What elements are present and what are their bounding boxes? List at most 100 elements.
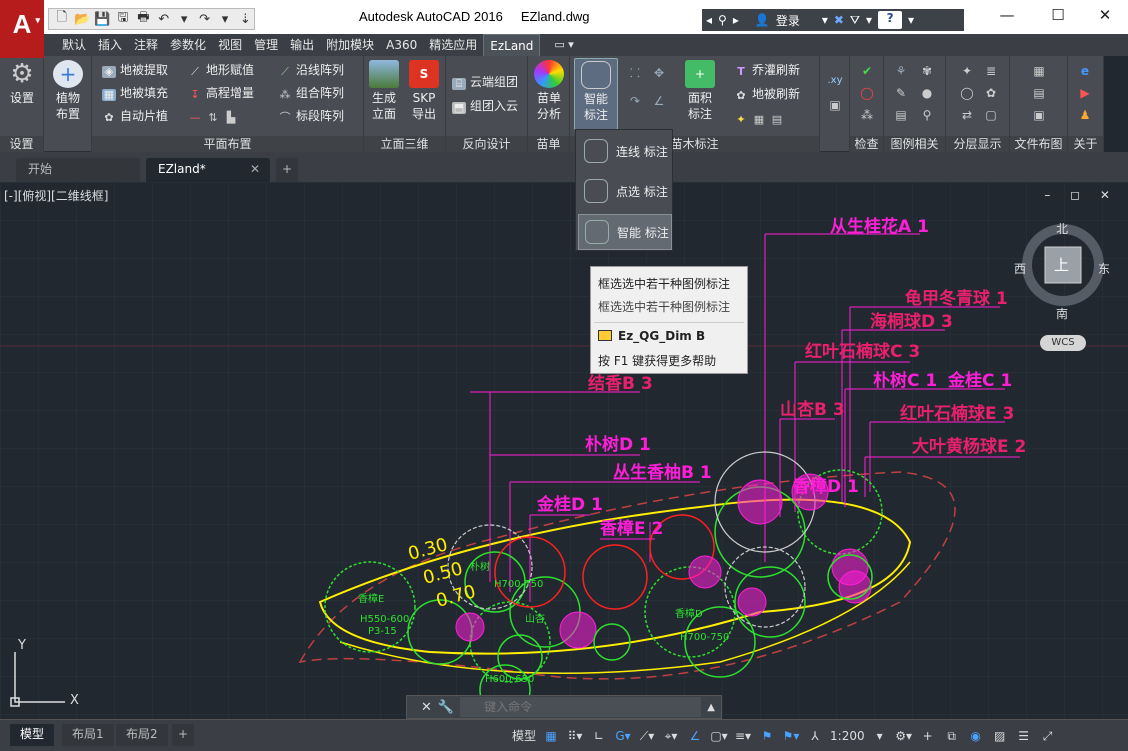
btn-terrain-assign[interactable]: ⟋ 地形赋值	[188, 60, 254, 80]
clean-screen-icon[interactable]: ▨	[991, 726, 1009, 746]
annotation-visibility-icon[interactable]: ⚑	[758, 726, 776, 746]
new-tab-button[interactable]: +	[276, 158, 298, 182]
layer-ring-icon[interactable]: ◯	[958, 84, 976, 102]
btn-dim-tools[interactable]: ✦ ▦ ▤	[734, 108, 788, 128]
close-cmd-icon[interactable]: ✕	[421, 700, 432, 715]
polar-icon[interactable]: G▾	[614, 726, 632, 746]
drawing-viewport[interactable]: 从生桂花A 1 龟甲冬青球 1 海桐球D 3 红叶石楠球C 3 朴树C 1 金桂…	[0, 182, 1128, 719]
tab-a360[interactable]: A360	[380, 34, 423, 56]
undo-icon[interactable]: ↶	[155, 12, 172, 27]
open-file-icon[interactable]: 📂	[73, 12, 90, 27]
binoculars-icon[interactable]: ⚲	[718, 13, 727, 27]
xy-icon[interactable]: .xy	[826, 72, 844, 90]
save-as-icon[interactable]: 🖫	[114, 8, 131, 30]
btn-cloud-group[interactable]: ⌸ 云端组团	[452, 72, 518, 92]
legend-search-icon[interactable]: ⚲	[918, 106, 936, 124]
dyn-icon[interactable]: ▢▾	[710, 726, 728, 746]
arc-dim-icon[interactable]: ↷	[626, 92, 644, 110]
check-icon[interactable]: ✔	[858, 62, 876, 80]
layer-text-icon[interactable]: ≣	[982, 62, 1000, 80]
btn-plane-tools[interactable]: — ⇅ ▙	[188, 106, 242, 126]
isodraft-icon[interactable]: ⟋▾	[638, 726, 656, 746]
connect-icon[interactable]: ⛛	[850, 13, 860, 28]
viewcube-east[interactable]: 东	[1098, 260, 1110, 277]
close-tab-icon[interactable]: ✕	[250, 158, 260, 180]
viewcube-west[interactable]: 西	[1014, 260, 1026, 277]
layout-tab-1[interactable]: 布局1	[62, 724, 114, 746]
list-analysis-button[interactable]: 苗单 分析	[532, 60, 566, 122]
btn-elevation-increment[interactable]: ↧ 高程增量	[188, 83, 254, 103]
lwt-icon[interactable]: ≡▾	[734, 726, 752, 746]
ribbon-minimize-icon[interactable]: ▭ ▾	[548, 34, 579, 56]
expand-left-icon[interactable]: ◂	[706, 13, 712, 27]
browser-icon[interactable]: e	[1076, 62, 1094, 80]
tab-annotate[interactable]: 注释	[128, 34, 164, 56]
legend-circle-icon[interactable]: ●	[918, 84, 936, 102]
dd-item-point-dim[interactable]: 点选 标注	[578, 174, 672, 210]
legend-edit-icon[interactable]: ✎	[892, 84, 910, 102]
settings-button[interactable]: ⚙ 设置	[6, 60, 38, 106]
generate-elevation-button[interactable]: 生成 立面	[366, 60, 402, 122]
export-table-icon[interactable]: ▣	[826, 96, 844, 114]
tab-default[interactable]: 默认	[56, 34, 92, 56]
dd-item-line-dim[interactable]: 连线 标注	[578, 134, 672, 170]
maximize-button[interactable]: ☐	[1043, 6, 1073, 24]
hardware-accel-icon[interactable]: ◉	[967, 726, 985, 746]
layer-swap-icon[interactable]: ⇄	[958, 106, 976, 124]
otrack-icon[interactable]: ∠	[686, 726, 704, 746]
annotation-icon[interactable]: ⅄	[806, 726, 824, 746]
btn-ground-fill[interactable]: ▦ 地被填充	[102, 83, 168, 103]
btn-array-segment[interactable]: ⌒ 标段阵列	[278, 106, 345, 126]
tab-ezland[interactable]: EzLand	[483, 34, 541, 56]
viewport-window-controls[interactable]: – ◻ ✕	[1044, 188, 1118, 202]
command-input[interactable]	[460, 697, 702, 717]
redo-icon[interactable]: ↷	[196, 12, 213, 27]
autocad-logo-button[interactable]: A ▾	[0, 0, 44, 58]
btn-tree-refresh[interactable]: T 乔灌刷新	[734, 60, 800, 80]
exchange-apps-icon[interactable]: ✖	[834, 13, 844, 27]
customization-icon[interactable]: ☰	[1015, 726, 1033, 746]
tab-parametric[interactable]: 参数化	[164, 34, 212, 56]
move-icon[interactable]: ✥	[650, 64, 668, 82]
help-dropdown-icon[interactable]: ▾	[908, 13, 914, 27]
btn-array-along-line[interactable]: ⟋ 沿线阵列	[278, 60, 344, 80]
angle-icon[interactable]: ∠	[650, 92, 668, 110]
customize-qat-icon[interactable]: ⇣	[237, 12, 254, 27]
layer-square-icon[interactable]: ▢	[982, 106, 1000, 124]
info-person-icon[interactable]: ♟	[1076, 106, 1094, 124]
group-check-icon[interactable]: ⁂	[858, 106, 876, 124]
viewport-controls-label[interactable]: [-][俯视][二维线框]	[4, 187, 108, 204]
btn-auto-plant[interactable]: ✿ 自动片植	[102, 106, 168, 126]
btn-group-to-cloud[interactable]: ⬒ 组团入云	[452, 96, 518, 116]
btn-array-group[interactable]: ⁂ 组合阵列	[278, 83, 345, 103]
viewcube-south[interactable]: 南	[1056, 305, 1068, 322]
model-space-button[interactable]: 模型	[512, 726, 536, 746]
file-table-icon[interactable]: ▤	[1030, 84, 1048, 102]
viewcube[interactable]: 上 北 南 西 东	[1014, 220, 1110, 321]
annotation-scale[interactable]: 1:200	[830, 726, 865, 746]
viewcube-north[interactable]: 北	[1056, 220, 1068, 237]
snap-icon[interactable]: ⠿▾	[566, 726, 584, 746]
print-icon[interactable]: 🖶	[135, 8, 152, 30]
area-dim-button[interactable]: + 面积 标注	[680, 60, 720, 122]
add-layout-button[interactable]: +	[172, 724, 195, 746]
customize-cmd-icon[interactable]: 🔧	[438, 700, 454, 715]
btn-ground-extract[interactable]: ◈ 地被提取	[102, 60, 168, 80]
file-frame-icon[interactable]: ▣	[1030, 106, 1048, 124]
osnap-icon[interactable]: ⌖▾	[662, 726, 680, 746]
viewcube-top[interactable]: 上	[1054, 254, 1069, 275]
terminal-icon[interactable]: ▶	[1076, 84, 1094, 102]
search-dropdown-icon[interactable]: ▸	[733, 13, 739, 27]
file-grid-icon[interactable]: ▦	[1030, 62, 1048, 80]
layout-tab-2[interactable]: 布局2	[116, 724, 168, 746]
fullscreen-icon[interactable]: ⤢	[1039, 726, 1057, 746]
tab-output[interactable]: 输出	[284, 34, 320, 56]
isolate-icon[interactable]: ⧉	[943, 726, 961, 746]
doc-tab-ezland[interactable]: EZland* ✕	[146, 158, 270, 182]
legend-palette-icon[interactable]: ✾	[918, 62, 936, 80]
save-icon[interactable]: 💾	[94, 12, 111, 27]
tab-manage[interactable]: 管理	[248, 34, 284, 56]
doc-tab-start[interactable]: 开始	[16, 158, 140, 182]
new-file-icon[interactable]: 🗋	[53, 8, 70, 30]
tab-view[interactable]: 视图	[212, 34, 248, 56]
